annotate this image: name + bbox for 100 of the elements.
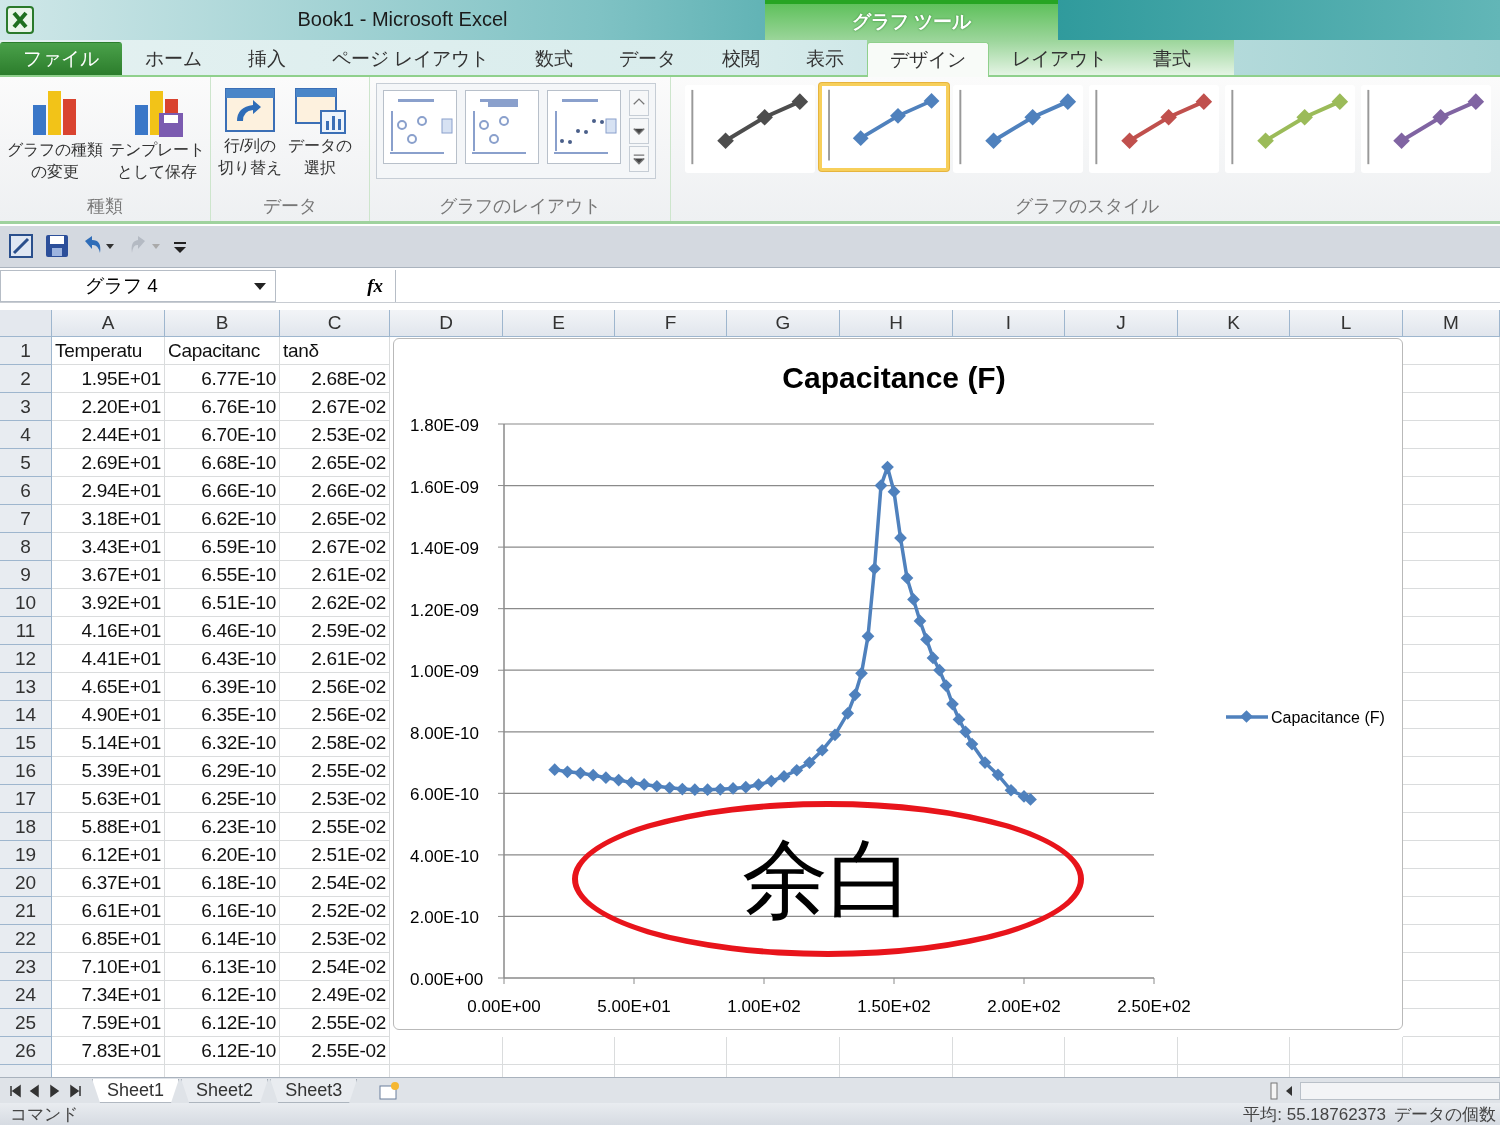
row-header[interactable]: 7	[0, 505, 52, 534]
sheet-tab[interactable]: Sheet3	[270, 1078, 358, 1103]
x-tick-label: 1.50E+02	[857, 997, 931, 1017]
row-header[interactable]: 15	[0, 729, 52, 758]
split-handle-icon[interactable]	[1270, 1081, 1278, 1100]
data-point	[612, 773, 625, 787]
scroll-left-icon[interactable]	[1284, 1083, 1294, 1098]
column-header[interactable]: F	[615, 310, 727, 338]
column-header[interactable]: D	[390, 310, 503, 338]
sheet-tab[interactable]: Sheet1	[92, 1078, 180, 1103]
row-header[interactable]: 8	[0, 533, 52, 562]
y-tick-label: 1.80E-09	[410, 416, 479, 436]
row-header[interactable]: 25	[0, 1009, 52, 1038]
chart-style-thumbnail[interactable]	[1089, 84, 1219, 173]
ribbon-button[interactable]: グラフの種類 の変更	[6, 82, 104, 185]
row-header[interactable]: 20	[0, 869, 52, 898]
ribbon-tab[interactable]: ページ レイアウト	[309, 41, 513, 75]
row-header[interactable]: 19	[0, 841, 52, 870]
layout-thumbnail[interactable]	[547, 89, 621, 164]
row-header[interactable]: 9	[0, 561, 52, 590]
table-cell: 2.54E-02	[280, 869, 390, 898]
sheet-tab[interactable]: Sheet2	[181, 1078, 269, 1103]
horizontal-scrollbar[interactable]	[1300, 1081, 1500, 1100]
column-header[interactable]: A	[52, 310, 165, 338]
next-sheet-icon[interactable]	[48, 1083, 62, 1098]
data-point	[913, 614, 927, 628]
chart-style-thumbnail[interactable]	[1361, 84, 1491, 173]
column-header[interactable]: L	[1290, 310, 1403, 338]
row-header[interactable]: 13	[0, 673, 52, 702]
row-header[interactable]: 4	[0, 421, 52, 450]
x-tick-label: 0.00E+00	[467, 997, 541, 1017]
ribbon-tab[interactable]: 挿入	[225, 41, 309, 75]
ribbon-tab[interactable]: デザイン	[867, 41, 990, 77]
ribbon-tab[interactable]: レイアウト	[989, 41, 1131, 75]
ribbon-button[interactable]: 行/列の 切り替え	[217, 82, 283, 181]
ribbon-tab[interactable]: 数式	[512, 41, 597, 75]
ribbon-button[interactable]: データの 選択	[287, 82, 353, 181]
spreadsheet-icon[interactable]	[8, 233, 34, 260]
table-cell: 3.18E+01	[52, 505, 165, 534]
status-count: データの個数	[1394, 1103, 1497, 1125]
column-header[interactable]: I	[953, 310, 1065, 338]
chart-area[interactable]: Capacitance (F) 1.80E-09 1.60E-09 1.40E-09 1.20E-09 1.00E-09 8.00E-10 6.00E-10 4.00E-10 2.00E-10 0.00E+00 0.00E+00 5.00E+01 1.00E+02 1.50E+02 2.00E+02 2.50E+02 Capacitance (F) 余白	[393, 338, 1403, 1031]
column-header[interactable]: E	[503, 310, 615, 338]
row-header[interactable]: 12	[0, 645, 52, 674]
ribbon-button[interactable]: テンプレート として保存	[108, 82, 206, 185]
last-sheet-icon[interactable]	[68, 1083, 82, 1098]
row-header[interactable]: 2	[0, 365, 52, 394]
row-header[interactable]: 14	[0, 701, 52, 730]
scroll-down-button[interactable]	[629, 117, 649, 144]
first-sheet-icon[interactable]	[8, 1083, 22, 1098]
insert-function-button[interactable]: fx	[363, 275, 387, 298]
ribbon-tab[interactable]: データ	[596, 41, 700, 75]
row-header[interactable]: 17	[0, 785, 52, 814]
row-header[interactable]: 6	[0, 477, 52, 506]
row-header[interactable]: 1	[0, 337, 52, 366]
chart-style-thumbnail[interactable]	[953, 84, 1083, 173]
name-box-text: グラフ 4	[85, 274, 158, 299]
row-header[interactable]: 5	[0, 449, 52, 478]
layout-thumbnail[interactable]	[383, 89, 457, 164]
column-header[interactable]: G	[727, 310, 840, 338]
row-header[interactable]: 3	[0, 393, 52, 422]
ribbon-tab[interactable]: 表示	[783, 41, 868, 75]
insert-sheet-icon[interactable]	[377, 1080, 402, 1101]
row-header[interactable]: 26	[0, 1037, 52, 1066]
expand-gallery-button[interactable]	[629, 145, 649, 172]
layout-thumbnail[interactable]	[465, 89, 539, 164]
data-point	[777, 770, 791, 783]
name-box[interactable]: グラフ 4	[0, 270, 276, 303]
data-point	[965, 737, 979, 751]
table-cell: 5.63E+01	[52, 785, 165, 814]
row-header[interactable]: 24	[0, 981, 52, 1010]
chart-style-thumbnail[interactable]	[819, 82, 949, 171]
row-header[interactable]: 16	[0, 757, 52, 786]
column-header[interactable]: M	[1403, 310, 1500, 338]
ribbon-tab[interactable]: 書式	[1130, 41, 1215, 75]
column-header[interactable]: K	[1178, 310, 1290, 338]
table-cell: 6.25E-10	[165, 785, 280, 814]
column-header[interactable]: J	[1065, 310, 1178, 338]
table-cell: 6.70E-10	[165, 421, 280, 450]
ribbon-tab[interactable]: 校閲	[699, 41, 784, 75]
data-point	[926, 651, 940, 665]
previous-sheet-icon[interactable]	[28, 1083, 42, 1098]
row-header[interactable]: 22	[0, 925, 52, 954]
column-header[interactable]: C	[280, 310, 390, 338]
row-header[interactable]: 18	[0, 813, 52, 842]
data-point	[713, 783, 727, 796]
data-point	[900, 571, 914, 585]
row-header[interactable]: 23	[0, 953, 52, 982]
column-header[interactable]: B	[165, 310, 280, 338]
row-header[interactable]: 10	[0, 589, 52, 618]
chart-style-thumbnail[interactable]	[1225, 84, 1355, 173]
row-header[interactable]: 21	[0, 897, 52, 926]
ribbon-tab[interactable]: ファイル	[0, 41, 122, 75]
column-header[interactable]: H	[840, 310, 953, 338]
row-header[interactable]: 11	[0, 617, 52, 646]
save-icon[interactable]	[44, 233, 70, 260]
group-label: データ	[262, 194, 318, 218]
ribbon-tab[interactable]: ホーム	[122, 41, 225, 75]
chart-style-thumbnail[interactable]	[685, 84, 815, 173]
data-point	[599, 771, 613, 785]
